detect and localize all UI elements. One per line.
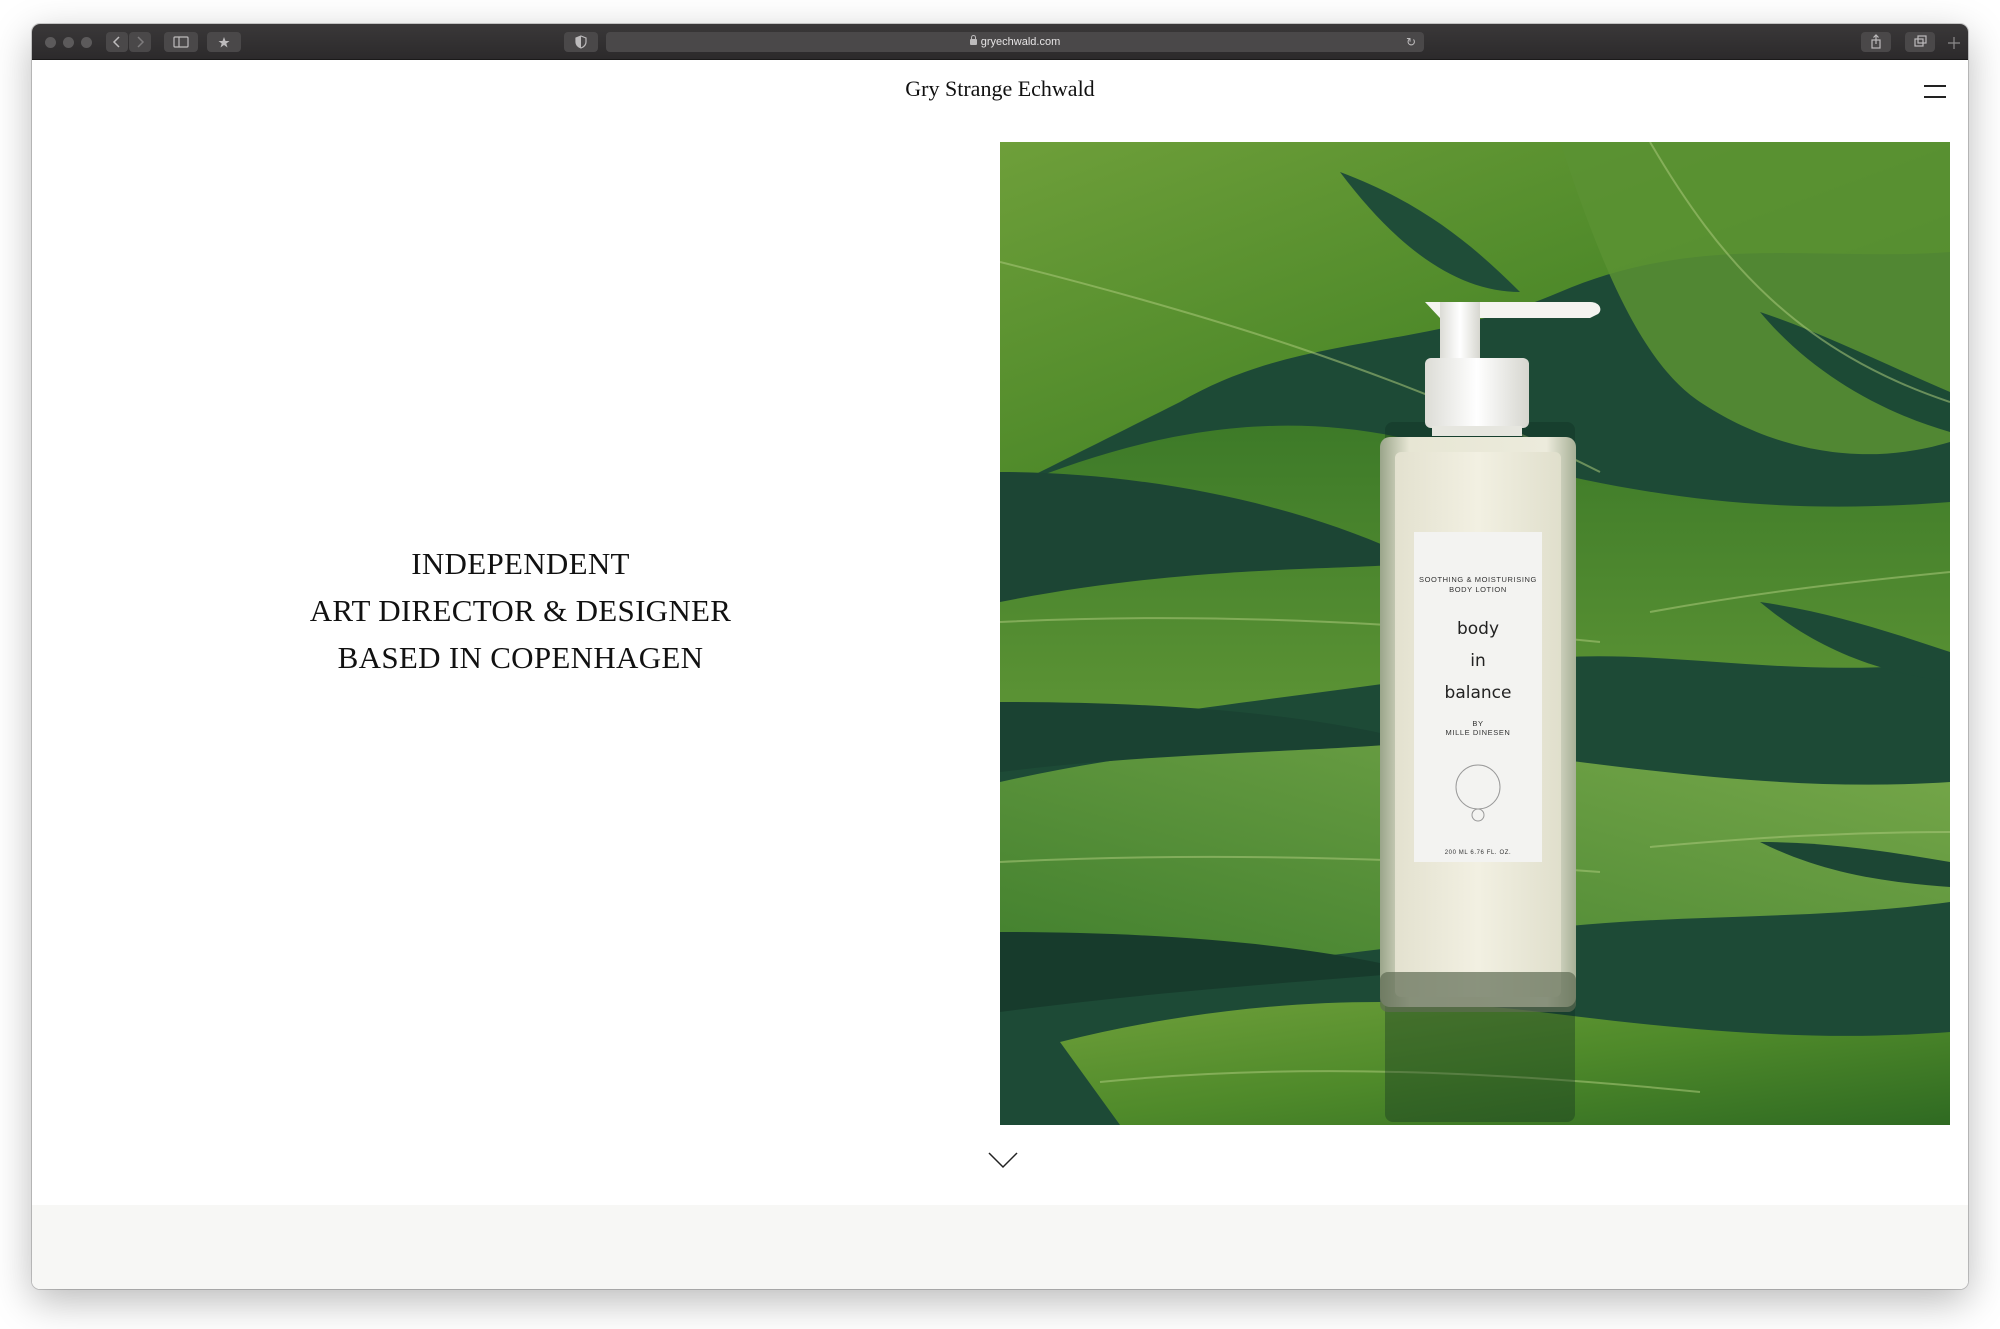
- hero-tagline: INDEPENDENT ART DIRECTOR & DESIGNER BASE…: [32, 540, 1009, 681]
- label-word-2: in: [1470, 651, 1486, 671]
- back-button[interactable]: [106, 32, 128, 52]
- product-photo: SOOTHING & MOISTURISING BODY LOTION body…: [1000, 142, 1950, 1125]
- label-top-line-1: SOOTHING & MOISTURISING: [1419, 575, 1537, 584]
- close-window-button[interactable]: [45, 37, 56, 48]
- tagline-line-3: BASED IN COPENHAGEN: [337, 640, 704, 675]
- new-tab-button[interactable]: [1944, 32, 1964, 52]
- web-page: Gry Strange Echwald INDEPENDENT ART DIRE…: [32, 60, 1968, 1289]
- shield-icon: [575, 35, 587, 49]
- reload-icon[interactable]: ↻: [1406, 32, 1416, 52]
- site-title[interactable]: Gry Strange Echwald: [32, 76, 1968, 102]
- address-bar[interactable]: gryechwald.com ↻: [606, 32, 1424, 52]
- browser-window: gryechwald.com ↻ Gry Strange Echwald IND…: [32, 24, 1968, 1289]
- url-display: gryechwald.com: [606, 32, 1424, 52]
- forward-button[interactable]: [129, 32, 151, 52]
- browser-toolbar: gryechwald.com ↻: [32, 24, 1968, 60]
- star-icon: [218, 37, 230, 48]
- tagline-line-2: ART DIRECTOR & DESIGNER: [309, 593, 732, 628]
- share-icon: [1871, 34, 1881, 49]
- label-word-1: body: [1457, 619, 1499, 639]
- hero-image[interactable]: SOOTHING & MOISTURISING BODY LOTION body…: [1000, 142, 1950, 1125]
- minimize-window-button[interactable]: [63, 37, 74, 48]
- privacy-report-button[interactable]: [564, 32, 598, 52]
- chevron-left-icon: [112, 36, 120, 48]
- tabs-overview-button[interactable]: [1905, 32, 1935, 52]
- label-by: BY: [1472, 719, 1483, 728]
- tagline-line-1: INDEPENDENT: [411, 546, 630, 581]
- plus-icon: [1948, 37, 1960, 49]
- sidebar-icon: [173, 36, 189, 48]
- label-word-3: balance: [1445, 683, 1512, 703]
- hamburger-menu-icon[interactable]: [1924, 82, 1946, 100]
- url-text: gryechwald.com: [980, 36, 1061, 48]
- reading-list-button[interactable]: [207, 32, 241, 52]
- zoom-window-button[interactable]: [81, 37, 92, 48]
- sidebar-button[interactable]: [164, 32, 198, 52]
- chevron-right-icon: [137, 36, 145, 48]
- label-top-line-2: BODY LOTION: [1449, 585, 1507, 594]
- next-section-band: [32, 1205, 1968, 1289]
- label-volume: 200 ML 6.76 FL. OZ.: [1445, 850, 1512, 856]
- chevron-down-icon[interactable]: [987, 1150, 1019, 1170]
- label-brand: MILLE DINESEN: [1446, 728, 1511, 737]
- lock-icon: [969, 35, 977, 45]
- share-button[interactable]: [1861, 32, 1891, 52]
- tabs-icon: [1914, 35, 1927, 47]
